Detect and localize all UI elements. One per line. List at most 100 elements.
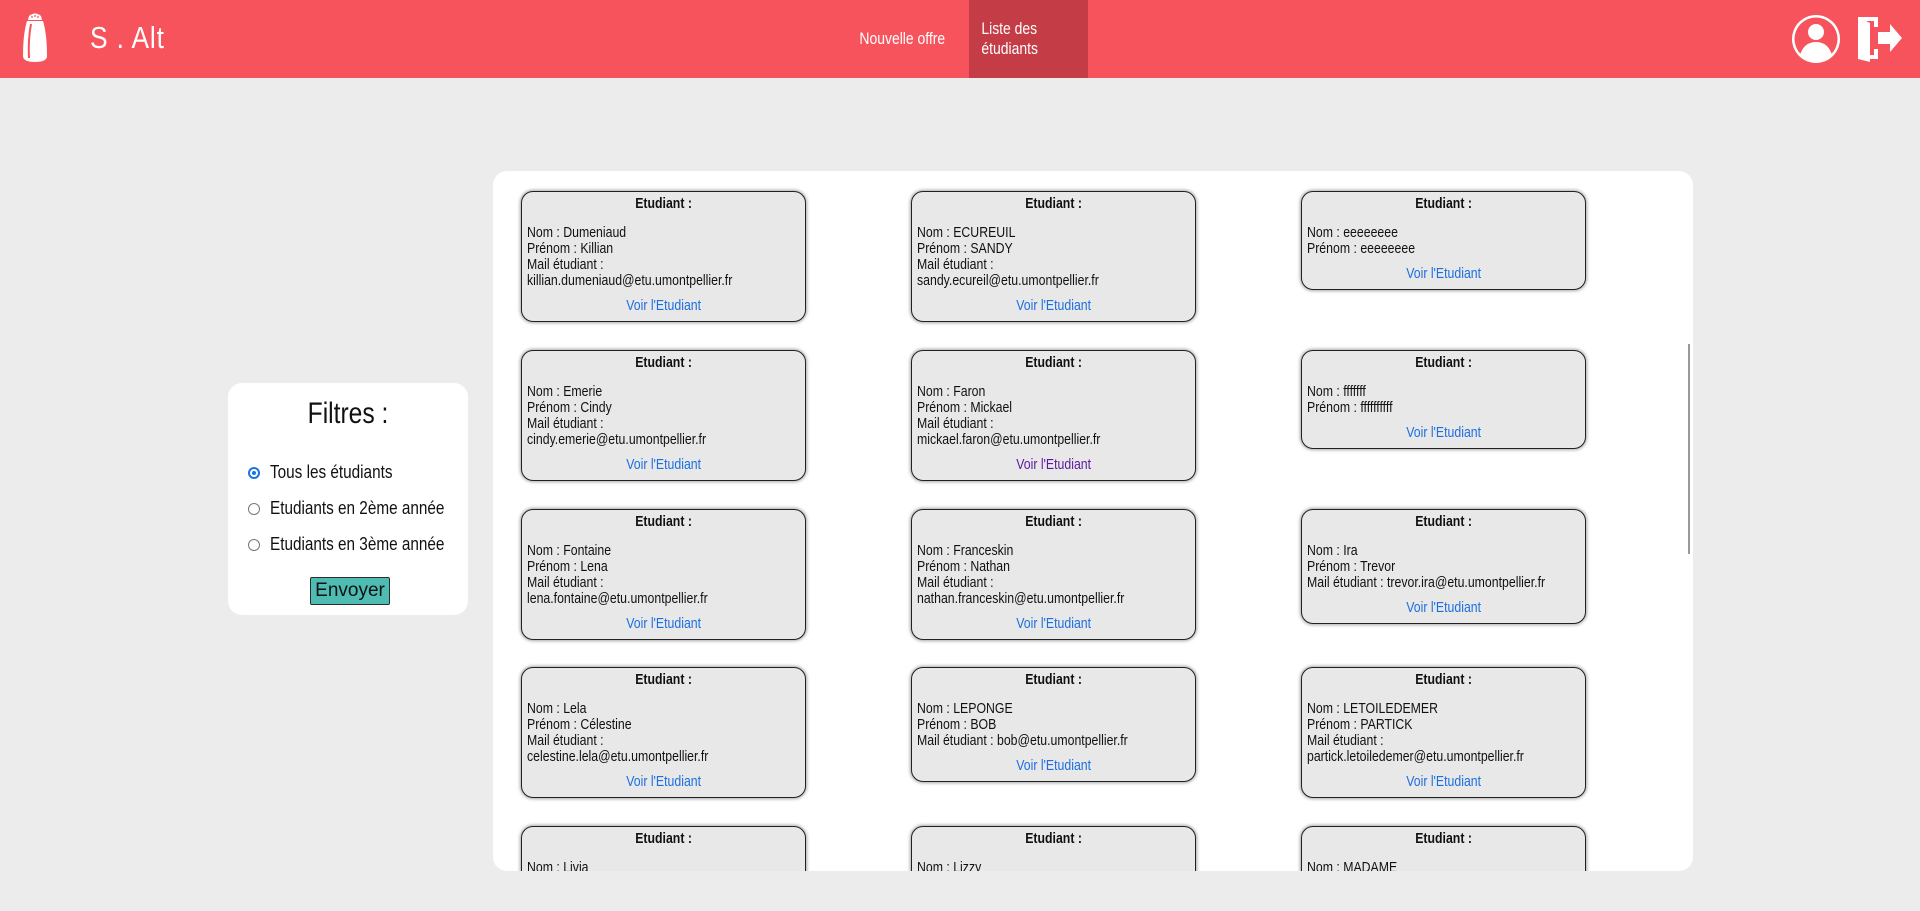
- student-last-name: Nom : LEPONGE: [917, 701, 1190, 717]
- view-student-link[interactable]: Voir l'Etudiant: [527, 615, 800, 633]
- student-mail: cindy.emerie@etu.umontpellier.fr: [527, 432, 800, 448]
- student-first-name: Prénom : Nathan: [917, 559, 1190, 575]
- student-first-name-text: Prénom : Nathan: [917, 558, 1010, 575]
- logout-icon[interactable]: [1856, 13, 1904, 63]
- filter-option-2nd-year[interactable]: Etudiants en 2ème année: [248, 498, 475, 519]
- student-card-title: Etudiant :: [917, 195, 1190, 213]
- student-last-name: Nom : eeeeeeee: [1307, 225, 1580, 241]
- filter-option-label: Etudiants en 3ème année: [270, 534, 445, 554]
- student-card-body: Nom : Lizzy: [917, 860, 1190, 872]
- user-profile-icon[interactable]: [1790, 13, 1842, 65]
- radio-2nd-year[interactable]: [248, 502, 260, 515]
- filter-option-all[interactable]: Tous les étudiants: [248, 462, 414, 483]
- student-mail: Mail étudiant : trevor.ira@etu.umontpell…: [1307, 575, 1580, 591]
- student-last-name: Nom : Ira: [1307, 543, 1580, 559]
- student-mail-label: Mail étudiant :: [917, 575, 1190, 591]
- student-mail: Mail étudiant : bob@etu.umontpellier.fr: [917, 733, 1190, 749]
- view-student-link-text: Voir l'Etudiant: [626, 615, 701, 632]
- view-student-link[interactable]: Voir l'Etudiant: [527, 297, 800, 315]
- student-last-name-text: Nom : LETOILEDEMER: [1307, 700, 1439, 717]
- student-first-name: Prénom : Killian: [527, 241, 800, 257]
- student-last-name: Nom : Dumeniaud: [527, 225, 800, 241]
- main-nav: Nouvelle offre Liste des étudiants: [836, 0, 1088, 78]
- student-last-name: Nom : Lela: [527, 701, 800, 717]
- student-last-name: Nom : LETOILEDEMER: [1307, 701, 1580, 717]
- radio-3rd-year[interactable]: [248, 538, 260, 551]
- student-card-title: Etudiant :: [1307, 671, 1580, 689]
- student-card-body: Nom : Fontaine Prénom : Lena Mail étudiant…: [527, 543, 800, 607]
- view-student-link[interactable]: Voir l'Etudiant: [917, 757, 1190, 775]
- student-mail-label-text: Mail étudiant :: [527, 415, 604, 432]
- student-mail-label-text: Mail étudiant :: [527, 256, 604, 273]
- student-last-name-text: Nom : Dumeniaud: [527, 224, 627, 241]
- student-last-name-text: Nom : ECUREUIL: [917, 224, 1016, 241]
- student-mail-label-text: Mail étudiant :: [1307, 732, 1384, 749]
- student-first-name: Prénom : Cindy: [527, 400, 800, 416]
- student-first-name: Prénom : PARTICK: [1307, 717, 1580, 733]
- student-card: Etudiant : Nom : LETOILEDEMER Prénom : PAR…: [1301, 667, 1586, 798]
- student-mail-text: nathan.franceskin@etu.umontpellier.fr: [917, 590, 1125, 607]
- student-card-title-text: Etudiant :: [635, 513, 692, 530]
- student-first-name: Prénom : Lena: [527, 559, 800, 575]
- student-mail-text: cindy.emerie@etu.umontpellier.fr: [527, 431, 707, 448]
- send-button[interactable]: Envoyer: [310, 577, 390, 605]
- student-card-title: Etudiant :: [1307, 830, 1580, 848]
- student-card-title: Etudiant :: [1307, 195, 1580, 213]
- student-card-body: Nom : Livia: [527, 859, 800, 872]
- filter-option-3rd-year[interactable]: Etudiants en 3ème année: [248, 534, 475, 555]
- student-mail-label-text: Mail étudiant :: [917, 256, 994, 273]
- nav-student-list[interactable]: Liste des étudiants: [968, 0, 1088, 78]
- student-mail: killian.dumeniaud@etu.umontpellier.fr: [527, 273, 800, 289]
- view-student-link[interactable]: Voir l'Etudiant: [1307, 599, 1580, 617]
- student-list-panel: Etudiant : Nom : Dumeniaud Prénom : Killia…: [493, 171, 1693, 871]
- student-first-name-text: Prénom : PARTICK: [1307, 716, 1413, 733]
- student-card: Etudiant : Nom : eeeeeeee Prénom : eeeeeee…: [1301, 191, 1586, 290]
- student-last-name: Nom : Fontaine: [527, 543, 800, 559]
- student-mail-label: Mail étudiant :: [527, 257, 800, 273]
- nav-new-offer[interactable]: Nouvelle offre: [836, 0, 969, 78]
- scrollbar[interactable]: [1688, 344, 1690, 554]
- student-last-name-text: Nom : Livia: [527, 859, 589, 872]
- student-card: Etudiant : Nom : Ira Prénom : Trevor Mail é…: [1301, 509, 1586, 624]
- view-student-link[interactable]: Voir l'Etudiant: [917, 456, 1190, 474]
- student-card: Etudiant : Nom : ECUREUIL Prénom : SANDY Ma…: [911, 191, 1196, 322]
- student-mail-label: Mail étudiant :: [527, 575, 800, 591]
- student-first-name: Prénom : eeeeeeee: [1307, 241, 1580, 257]
- student-mail-text: celestine.lela@etu.umontpellier.fr: [527, 748, 709, 765]
- student-mail-label-text: Mail étudiant :: [527, 732, 604, 749]
- student-mail-text: partick.letoiledemer@etu.umontpellier.fr: [1307, 748, 1524, 765]
- student-last-name: Nom : fffffff: [1307, 384, 1580, 400]
- student-mail-label-text: Mail étudiant :: [917, 415, 994, 432]
- student-last-name: Nom : MADAME: [1307, 860, 1580, 872]
- student-mail-text: mickael.faron@etu.umontpellier.fr: [917, 431, 1101, 448]
- view-student-link-text: Voir l'Etudiant: [1016, 615, 1091, 632]
- view-student-link-text: Voir l'Etudiant: [1016, 757, 1091, 774]
- salt-shaker-icon: [23, 13, 47, 62]
- view-student-link[interactable]: Voir l'Etudiant: [917, 615, 1190, 633]
- nav-new-offer-label: Nouvelle offre: [859, 29, 946, 48]
- view-student-link[interactable]: Voir l'Etudiant: [1307, 773, 1580, 791]
- student-first-name-text: Prénom : BOB: [917, 716, 997, 733]
- student-first-name-text: Prénom : ffffffffff: [1307, 399, 1393, 416]
- view-student-link[interactable]: Voir l'Etudiant: [527, 456, 800, 474]
- student-last-name: Nom : Lizzy: [917, 860, 1190, 872]
- student-mail: sandy.ecureil@etu.umontpellier.fr: [917, 273, 1190, 289]
- brand-logo[interactable]: S . Alt: [18, 12, 178, 64]
- student-card-title: Etudiant :: [527, 513, 800, 531]
- view-student-link[interactable]: Voir l'Etudiant: [1307, 265, 1580, 283]
- student-last-name: Nom : Franceskin: [917, 543, 1190, 559]
- filters-panel: Filtres : Tous les étudiants Etudiants e…: [228, 383, 468, 615]
- view-student-link-text: Voir l'Etudiant: [1406, 265, 1481, 282]
- student-last-name-text: Nom : Emerie: [527, 383, 603, 400]
- student-card-title-text: Etudiant :: [1025, 354, 1082, 371]
- student-first-name-text: Prénom : Mickael: [917, 399, 1013, 416]
- student-last-name: Nom : Emerie: [527, 384, 800, 400]
- view-student-link[interactable]: Voir l'Etudiant: [917, 297, 1190, 315]
- student-card-title-text: Etudiant :: [1415, 354, 1472, 371]
- radio-all-students[interactable]: [248, 466, 260, 479]
- view-student-link[interactable]: Voir l'Etudiant: [1307, 424, 1580, 442]
- view-student-link[interactable]: Voir l'Etudiant: [527, 773, 800, 791]
- student-first-name-text: Prénom : Lena: [527, 558, 608, 575]
- student-first-name: Prénom : Trevor: [1307, 559, 1580, 575]
- student-last-name-text: Nom : Fontaine: [527, 542, 612, 559]
